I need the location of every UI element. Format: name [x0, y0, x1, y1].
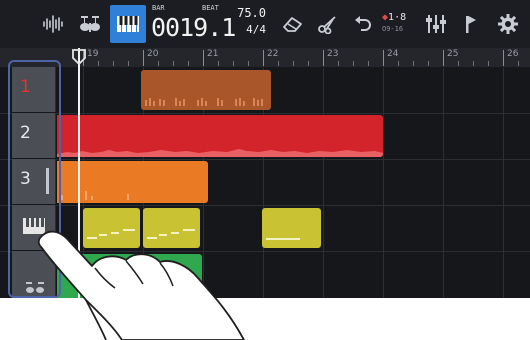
waveform-icon — [42, 15, 64, 33]
beat-tick — [353, 61, 354, 66]
synth-region[interactable] — [83, 208, 140, 248]
loop-end: 8 — [400, 12, 407, 23]
bar-number: 22 — [267, 49, 279, 59]
beat-tick — [338, 61, 339, 66]
eraser-icon — [281, 15, 303, 33]
grid-line — [443, 67, 444, 298]
beat-tick — [308, 61, 309, 66]
eraser-button[interactable] — [274, 5, 310, 43]
bar-tick — [503, 50, 504, 66]
waveform-track-button[interactable] — [35, 5, 71, 43]
grid-line — [503, 67, 504, 298]
beat-tick — [128, 61, 129, 66]
tempo-meter-display[interactable]: 75.0 4/4 — [232, 4, 266, 44]
undo-button[interactable] — [345, 5, 381, 43]
position-display[interactable]: BAR BEAT 0019.1 — [146, 2, 236, 46]
settings-button[interactable] — [490, 5, 526, 43]
beat-tick — [233, 61, 234, 66]
scissors-button[interactable] — [310, 5, 346, 43]
position-value: 0019.1 — [151, 13, 236, 42]
beat-tick — [248, 61, 249, 66]
beat-tick — [473, 61, 474, 66]
bar-number: 21 — [207, 49, 219, 59]
beat-tick — [428, 61, 429, 66]
beat-tick — [458, 61, 459, 66]
grid-line — [383, 67, 384, 298]
drum-track-button[interactable] — [72, 5, 108, 43]
bar-number: 24 — [387, 49, 399, 59]
bar-number: 20 — [147, 49, 159, 59]
bar-number: 23 — [327, 49, 339, 59]
bar-label: BAR — [152, 4, 165, 12]
beat-tick — [278, 61, 279, 66]
tempo-value: 75.0 — [237, 6, 266, 20]
scissors-icon — [317, 14, 339, 34]
beat-tick — [173, 61, 174, 66]
beat-label: BEAT — [202, 4, 219, 12]
beat-tick — [158, 61, 159, 66]
beat-tick — [293, 61, 294, 66]
mixer-button[interactable] — [418, 5, 454, 43]
loop-sub-range: O9-16 — [382, 25, 404, 33]
piano-keyboard-icon — [116, 15, 140, 33]
track-2-region[interactable] — [57, 115, 383, 157]
playhead-marker-icon[interactable] — [72, 49, 86, 69]
toolbar: BAR BEAT 0019.1 75.0 4/4 ◆1·8 O9-16 — [0, 0, 530, 48]
beat-tick — [368, 61, 369, 66]
beat-tick — [413, 61, 414, 66]
beat-tick — [113, 61, 114, 66]
bar-tick — [263, 50, 264, 66]
marker-flag-icon — [463, 14, 479, 34]
beat-tick — [398, 61, 399, 66]
beat-tick — [488, 61, 489, 66]
loop-range-display[interactable]: ◆1·8 O9-16 — [382, 12, 414, 42]
bar-number: 25 — [447, 49, 459, 59]
beat-tick — [218, 61, 219, 66]
bar-tick — [383, 50, 384, 66]
bar-tick — [323, 50, 324, 66]
track-1-region[interactable] — [141, 70, 271, 110]
bar-tick — [203, 50, 204, 66]
synth-region[interactable] — [262, 208, 321, 248]
beat-tick — [98, 61, 99, 66]
grid-line — [323, 67, 324, 298]
drum-kit-icon — [78, 14, 102, 34]
beat-tick — [518, 61, 519, 66]
synth-track-button[interactable] — [110, 5, 146, 43]
loop-start: 1 — [388, 12, 395, 23]
marker-button[interactable] — [453, 5, 489, 43]
bar-number: 26 — [507, 49, 519, 59]
settings-gear-icon — [497, 13, 519, 35]
synth-region[interactable] — [143, 208, 200, 248]
undo-icon — [353, 15, 373, 33]
playhead[interactable] — [78, 48, 80, 298]
time-signature: 4/4 — [246, 23, 266, 36]
track-headers-highlight — [8, 60, 61, 298]
beat-tick — [188, 61, 189, 66]
bar-number: 19 — [87, 49, 99, 59]
mixer-icon — [425, 14, 447, 34]
bar-tick — [443, 50, 444, 66]
bar-tick — [143, 50, 144, 66]
